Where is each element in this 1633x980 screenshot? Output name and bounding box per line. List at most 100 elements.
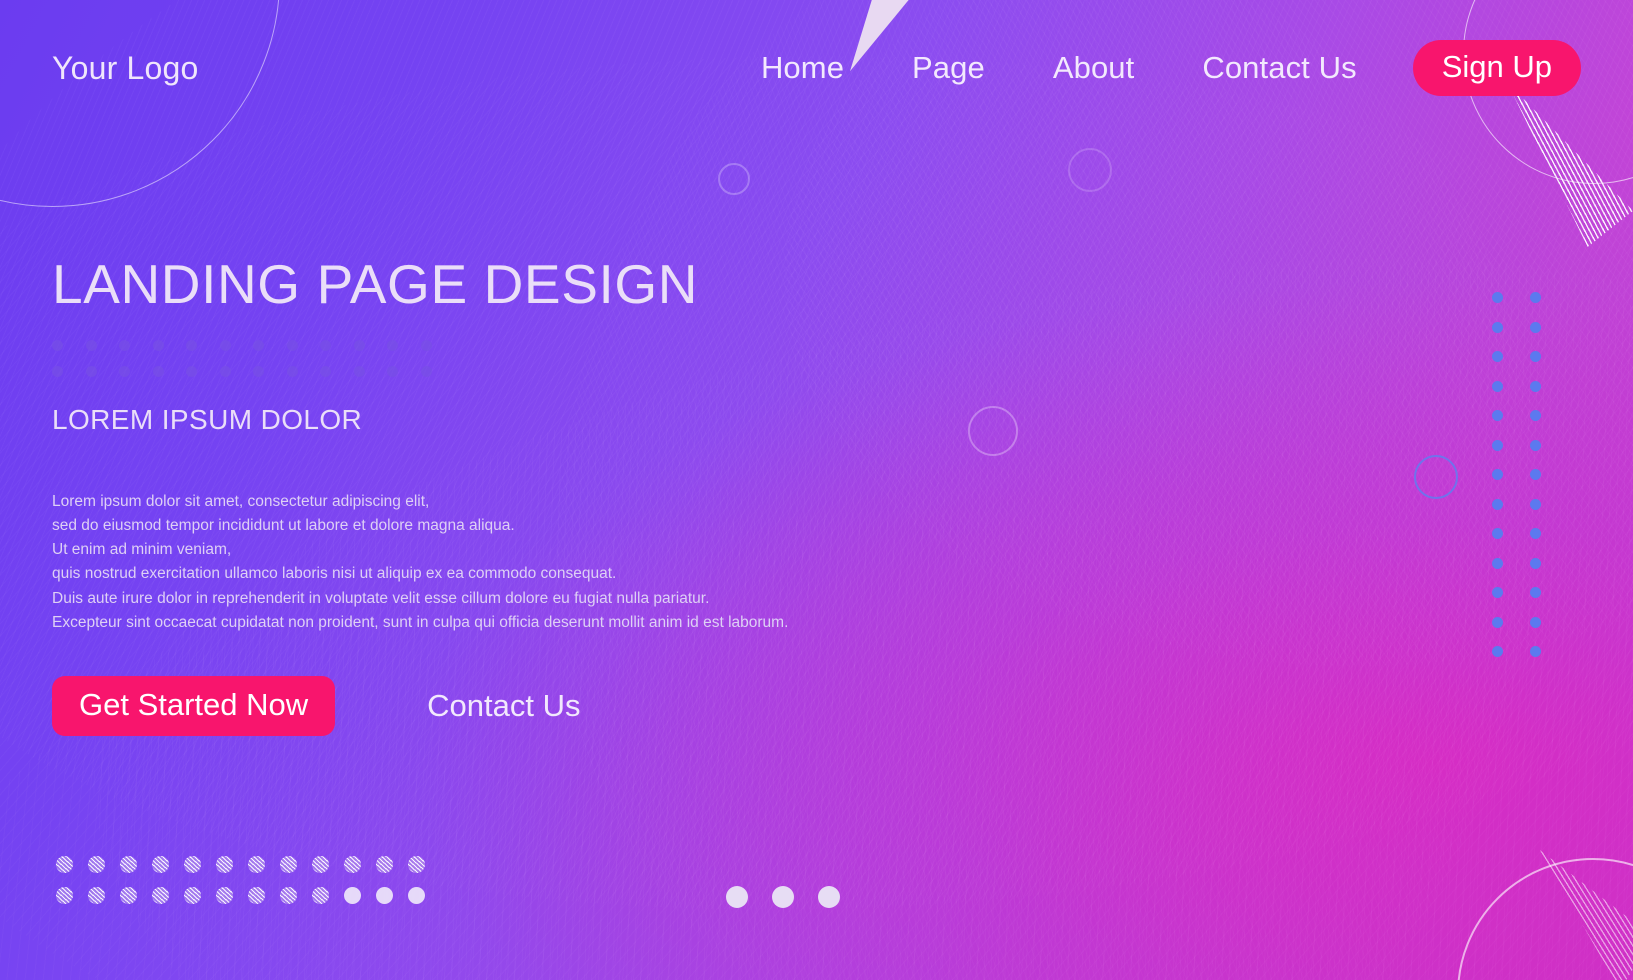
striped-dot-icon	[184, 887, 201, 904]
decorative-striped-dot-pattern	[56, 856, 425, 918]
blue-dot-icon	[1530, 410, 1541, 421]
dot-icon	[420, 365, 432, 377]
blue-dot-icon	[1530, 469, 1541, 480]
hero-content: LANDING PAGE DESIGN LOREM IPSUM DOLOR Lo…	[52, 253, 788, 736]
striped-dot-icon	[408, 887, 425, 904]
nav-item-about[interactable]: About	[1019, 50, 1169, 86]
striped-dot-icon	[248, 887, 265, 904]
striped-dot-icon	[248, 856, 265, 873]
blue-dot-icon	[1530, 351, 1541, 362]
striped-wedge-bottom-right-icon	[1539, 850, 1633, 980]
get-started-button[interactable]: Get Started Now	[52, 675, 336, 736]
dot-icon	[253, 365, 264, 377]
dot-icon	[320, 339, 331, 351]
dot-icon	[387, 365, 398, 377]
striped-dot-row	[56, 887, 425, 904]
blue-dot-icon	[1492, 351, 1503, 362]
striped-dot-icon	[120, 887, 137, 904]
blue-dot-icon	[1530, 528, 1541, 539]
striped-dot-icon	[280, 887, 297, 904]
dot-icon	[253, 339, 264, 351]
blue-dot-icon	[1530, 557, 1541, 569]
hero-paragraph-line: Lorem ipsum dolor sit amet, consectetur …	[52, 492, 430, 510]
blue-dot-icon	[1492, 528, 1503, 539]
dot-icon	[286, 339, 298, 351]
landing-page-hero: Your Logo Home Page About Contact Us Sig…	[0, 0, 1633, 980]
hero-paragraph: Lorem ipsum dolor sit amet, consectetur …	[52, 490, 788, 635]
blue-dot-icon	[1530, 498, 1541, 510]
hero-paragraph-line: Ut enim ad minim veniam,	[52, 541, 232, 559]
dot-icon	[320, 365, 331, 377]
circle-outline-small-icon	[718, 163, 750, 195]
blue-dot-icon	[1492, 410, 1503, 421]
dot-icon	[219, 365, 231, 377]
striped-dot-icon	[408, 856, 425, 873]
blue-dot-column	[1492, 292, 1503, 657]
blue-dot-icon	[1530, 439, 1541, 451]
blue-dot-icon	[1530, 321, 1541, 333]
dot-icon	[52, 339, 63, 351]
circle-outline-top-mid-icon	[1068, 148, 1112, 192]
hero-paragraph-line: Duis aute irure dolor in reprehenderit i…	[52, 589, 710, 607]
dot-icon	[119, 365, 130, 377]
striped-dot-icon	[152, 887, 169, 904]
nav-item-home[interactable]: Home	[727, 50, 878, 86]
dot-icon	[387, 339, 398, 351]
blue-dot-icon	[1492, 646, 1503, 657]
blue-dot-icon	[1492, 557, 1503, 569]
striped-dot-icon	[152, 856, 169, 873]
blue-dot-icon	[1492, 498, 1503, 510]
striped-dot-icon	[88, 856, 105, 873]
nav-links: Home Page About Contact Us Sign Up	[727, 40, 1581, 96]
blue-dot-icon	[1492, 321, 1503, 333]
nav-item-contact-us[interactable]: Contact Us	[1168, 50, 1390, 86]
blue-dot-icon	[1492, 292, 1503, 303]
blue-dot-icon	[1530, 587, 1541, 598]
nav-item-page[interactable]: Page	[878, 50, 1019, 86]
blue-dot-icon	[1530, 380, 1541, 392]
decorative-dot-grid	[52, 339, 788, 377]
dot-icon	[152, 365, 164, 377]
dot-icon	[85, 365, 97, 377]
dot-grid-row	[52, 339, 788, 351]
carousel-indicators	[726, 886, 840, 908]
dot-icon	[353, 339, 365, 351]
carousel-dot-1[interactable]	[726, 886, 748, 908]
blue-dot-icon	[1530, 292, 1541, 303]
decorative-blue-dot-columns	[1492, 292, 1541, 657]
striped-dot-icon	[216, 887, 233, 904]
striped-dot-icon	[376, 856, 393, 873]
striped-dot-icon	[184, 856, 201, 873]
dot-icon	[186, 339, 197, 351]
circle-outline-mid-icon	[968, 406, 1018, 456]
dot-grid-row	[52, 365, 788, 377]
site-logo[interactable]: Your Logo	[52, 50, 199, 87]
striped-dot-icon	[56, 887, 73, 904]
striped-dot-icon	[344, 856, 361, 873]
striped-dot-icon	[120, 856, 137, 873]
carousel-dot-2[interactable]	[772, 886, 794, 908]
striped-dot-icon	[88, 887, 105, 904]
hero-paragraph-line: quis nostrud exercitation ullamco labori…	[52, 565, 617, 583]
dot-icon	[52, 365, 63, 377]
blue-dot-icon	[1492, 587, 1503, 598]
dot-icon	[119, 339, 130, 351]
dot-icon	[152, 339, 164, 351]
cta-row: Get Started Now Contact Us	[52, 675, 788, 736]
blue-dot-icon	[1492, 380, 1503, 392]
dot-icon	[420, 339, 432, 351]
sign-up-button[interactable]: Sign Up	[1412, 40, 1581, 96]
carousel-dot-3[interactable]	[818, 886, 840, 908]
blue-dot-icon	[1492, 469, 1503, 480]
page-title: LANDING PAGE DESIGN	[52, 253, 699, 315]
striped-dot-icon	[376, 887, 393, 904]
dot-icon	[219, 339, 231, 351]
contact-us-link[interactable]: Contact Us	[427, 688, 580, 724]
striped-dot-icon	[344, 887, 361, 904]
dot-icon	[286, 365, 298, 377]
blue-dot-icon	[1492, 439, 1503, 451]
striped-dot-icon	[56, 856, 73, 873]
blue-dot-icon	[1530, 646, 1541, 657]
hero-paragraph-line: Excepteur sint occaecat cupidatat non pr…	[52, 613, 789, 631]
blue-dot-icon	[1530, 616, 1541, 628]
